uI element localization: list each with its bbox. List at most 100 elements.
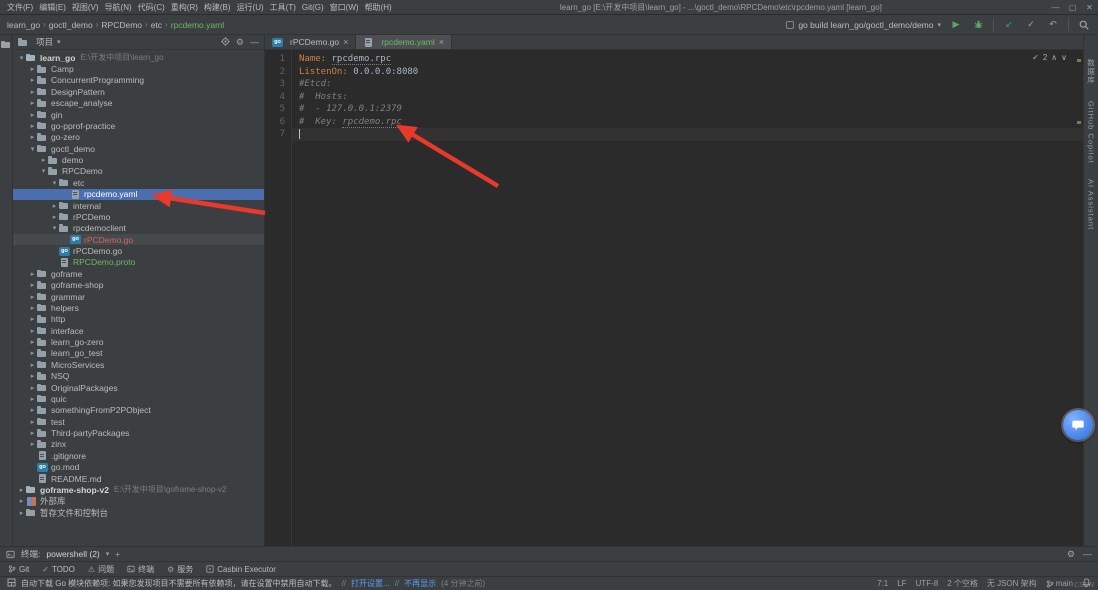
tree-collapsed-icon[interactable]: ▸ [28,304,37,312]
tree-collapsed-icon[interactable]: ▸ [50,213,59,221]
close-icon[interactable]: × [343,37,348,47]
project-stripe-icon[interactable] [1,40,11,49]
tree-collapsed-icon[interactable]: ▸ [28,293,37,301]
tree-row[interactable]: .gitignore [13,450,264,461]
locate-file-button[interactable] [220,36,230,48]
tree-row[interactable]: ▸ 暂存文件和控制台 [13,507,264,518]
tree-collapsed-icon[interactable]: ▸ [28,133,37,141]
toolwindow-switcher-icon[interactable] [7,578,16,589]
terminal-session-tab[interactable]: powershell (2) [46,549,99,559]
editor[interactable]: 1234567 Name: rpcdemo.rpc ListenOn: 0.0.0… [265,50,1083,546]
tree-collapsed-icon[interactable]: ▸ [17,509,26,517]
tree-row[interactable]: ▸ http [13,314,264,325]
menu-item[interactable]: 代码(C) [135,2,168,13]
tree-collapsed-icon[interactable]: ▸ [28,76,37,84]
tree-row[interactable]: ▸ go-zero [13,132,264,143]
commit-button[interactable]: ✓ [1024,18,1038,32]
tree-collapsed-icon[interactable]: ▸ [50,202,59,210]
maximize-button[interactable]: ▢ [1064,3,1081,12]
tree-collapsed-icon[interactable]: ▸ [28,111,37,119]
hide-panel-button[interactable]: — [250,37,259,47]
tree-expanded-icon[interactable]: ▾ [50,179,59,187]
debug-button[interactable] [971,18,985,32]
tree-row[interactable]: rPCDemo.go [13,234,264,246]
menu-item[interactable]: 文件(F) [4,2,36,13]
dismiss-link[interactable]: 不再显示 [404,578,436,589]
tree-row[interactable]: RPCDemo.proto [13,257,264,268]
toolwindow-button[interactable]: Git [8,565,29,574]
tree-row[interactable]: ▾ RPCDemo [13,166,264,177]
tree-row[interactable]: ▸ Camp [13,63,264,74]
toolwindow-button[interactable]: ⚠ 问题 [88,564,114,575]
tree-collapsed-icon[interactable]: ▸ [28,315,37,323]
tree-collapsed-icon[interactable]: ▸ [28,384,37,392]
toolwindow-button[interactable]: ✓ TODO [42,565,75,574]
tree-expanded-icon[interactable]: ▾ [50,224,59,232]
toolwindow-button[interactable]: 终端 [127,564,154,575]
tree-row[interactable]: ▸ learn_go_test [13,348,264,359]
tool-stripe-label[interactable]: GitHub Copilot [1087,101,1096,164]
terminal-settings-icon[interactable]: ⚙ [1067,549,1075,560]
toolwindow-button[interactable]: Casbin Executor [206,565,276,574]
tree-row[interactable]: ▾ etc [13,177,264,188]
tree-expanded-icon[interactable]: ▾ [28,145,37,153]
inspection-widget[interactable]: ✔ 2 ∧ ∨ [1032,53,1067,62]
menu-item[interactable]: Git(G) [299,3,327,12]
search-everywhere-button[interactable] [1077,18,1091,32]
minimize-button[interactable]: — [1047,3,1064,12]
caret-position[interactable]: 7:1 [877,579,888,588]
editor-code[interactable]: Name: rpcdemo.rpc ListenOn: 0.0.0.0:8080 #… [292,50,1083,546]
tree-row[interactable]: ▸ OriginalPackages [13,382,264,393]
toolwindow-button[interactable]: ⚙ 服务 [167,564,193,575]
chevron-down-icon[interactable]: ▾ [106,550,110,558]
error-stripe-mark[interactable] [1077,59,1081,62]
menu-item[interactable]: 运行(U) [234,2,267,13]
tree-collapsed-icon[interactable]: ▸ [28,338,37,346]
tree-row[interactable]: ▸ goframe-shop-v2 E:\开发中项目\goframe-shop-v2 [13,484,264,495]
tree-row[interactable]: README.md [13,473,264,484]
tool-stripe-label[interactable]: 数据库 [1086,59,1097,85]
tree-row[interactable]: ▸ quic [13,393,264,404]
new-session-button[interactable]: + [115,549,120,559]
tree-collapsed-icon[interactable]: ▸ [28,349,37,357]
tree-row[interactable]: ▸ rPCDemo [13,211,264,222]
close-button[interactable]: ✕ [1081,3,1098,12]
tree-collapsed-icon[interactable]: ▸ [28,418,37,426]
menu-item[interactable]: 窗口(W) [327,2,362,13]
tree-collapsed-icon[interactable]: ▸ [28,406,37,414]
tree-row[interactable]: ▸ Third-partyPackages [13,427,264,438]
tool-stripe-label[interactable]: AI Assistant [1087,179,1096,230]
settings-button[interactable]: ⚙ [236,37,244,48]
menu-item[interactable]: 编辑(E) [36,2,69,13]
tree-collapsed-icon[interactable]: ▸ [28,99,37,107]
tree-row[interactable]: ▾ goctl_demo [13,143,264,154]
rollback-button[interactable]: ↶ [1046,18,1060,32]
breadcrumb-item[interactable]: learn_go [7,20,40,30]
tree-collapsed-icon[interactable]: ▸ [28,88,37,96]
tree-row[interactable]: rpcdemo.yaml [13,188,264,200]
json-schema-widget[interactable]: 无 JSON 架构 [987,578,1037,589]
tree-row[interactable]: ▸ ConcurrentProgramming [13,75,264,86]
tree-row[interactable]: ▸ zinx [13,439,264,450]
tree-row[interactable]: ▸ learn_go-zero [13,336,264,347]
tree-collapsed-icon[interactable]: ▸ [17,497,26,505]
run-configuration-select[interactable]: go build learn_go/goctl_demo/demo ▾ [786,20,941,30]
tree-row[interactable]: ▸ goframe [13,268,264,279]
menu-item[interactable]: 工具(T) [267,2,299,13]
menu-item[interactable]: 导航(N) [102,2,135,13]
menu-item[interactable]: 重构(R) [168,2,201,13]
tree-row[interactable]: ▸ test [13,416,264,427]
tree-collapsed-icon[interactable]: ▸ [28,327,37,335]
update-project-button[interactable]: ↙ [1002,18,1016,32]
tree-collapsed-icon[interactable]: ▸ [28,270,37,278]
breadcrumb-item[interactable]: rpcdemo.yaml [171,20,224,30]
tree-row[interactable]: ▸ escape_analyse [13,98,264,109]
tree-collapsed-icon[interactable]: ▸ [28,65,37,73]
tree-collapsed-icon[interactable]: ▸ [28,395,37,403]
tree-collapsed-icon[interactable]: ▸ [28,122,37,130]
menu-item[interactable]: 帮助(H) [362,2,395,13]
tree-row[interactable]: ▸ DesignPattern [13,86,264,97]
close-icon[interactable]: × [439,37,444,47]
breadcrumb-item[interactable]: goctl_demo [49,20,93,30]
tree-row[interactable]: ▸ interface [13,325,264,336]
